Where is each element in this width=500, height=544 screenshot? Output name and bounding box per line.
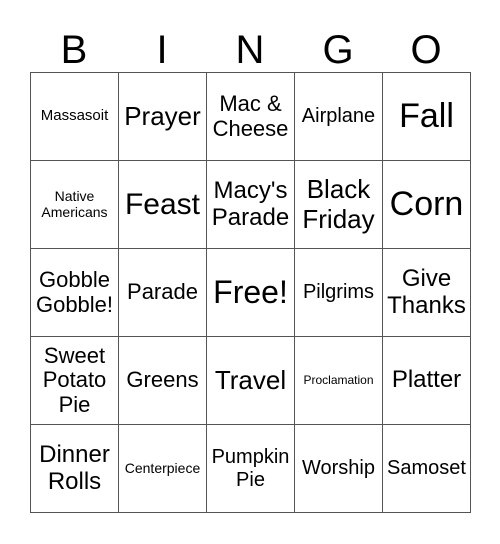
bingo-cell[interactable]: Samoset [383, 425, 471, 513]
bingo-cell[interactable]: Worship [295, 425, 383, 513]
bingo-cell[interactable]: Travel [207, 337, 295, 425]
bingo-cell[interactable]: Corn [383, 161, 471, 249]
bingo-cell[interactable]: Proclamation [295, 337, 383, 425]
header-letter-n: N [235, 28, 265, 72]
bingo-cell[interactable]: Sweet Potato Pie [31, 337, 119, 425]
bingo-grid: Massasoit Prayer Mac & Cheese Airplane F… [30, 72, 471, 513]
bingo-cell[interactable]: Platter [383, 337, 471, 425]
bingo-cell[interactable]: Macy's Parade [207, 161, 295, 249]
bingo-cell[interactable]: Prayer [119, 73, 207, 161]
header-letter-o: O [410, 28, 442, 72]
bingo-cell[interactable]: Massasoit [31, 73, 119, 161]
bingo-cell[interactable]: Pilgrims [295, 249, 383, 337]
bingo-cell[interactable]: Dinner Rolls [31, 425, 119, 513]
bingo-cell[interactable]: Feast [119, 161, 207, 249]
bingo-cell[interactable]: Greens [119, 337, 207, 425]
bingo-cell[interactable]: Gobble Gobble! [31, 249, 119, 337]
bingo-cell[interactable]: Give Thanks [383, 249, 471, 337]
bingo-cell[interactable]: Mac & Cheese [207, 73, 295, 161]
header-letter-i: I [156, 28, 168, 72]
free-space[interactable]: Free! [207, 249, 295, 337]
bingo-cell[interactable]: Centerpiece [119, 425, 207, 513]
bingo-header: B I N G O [30, 28, 470, 72]
header-letter-g: G [322, 28, 354, 72]
bingo-cell[interactable]: Airplane [295, 73, 383, 161]
bingo-cell[interactable]: Black Friday [295, 161, 383, 249]
bingo-cell[interactable]: Parade [119, 249, 207, 337]
bingo-cell[interactable]: Native Americans [31, 161, 119, 249]
bingo-cell[interactable]: Pumpkin Pie [207, 425, 295, 513]
header-letter-b: B [60, 28, 88, 72]
bingo-cell[interactable]: Fall [383, 73, 471, 161]
